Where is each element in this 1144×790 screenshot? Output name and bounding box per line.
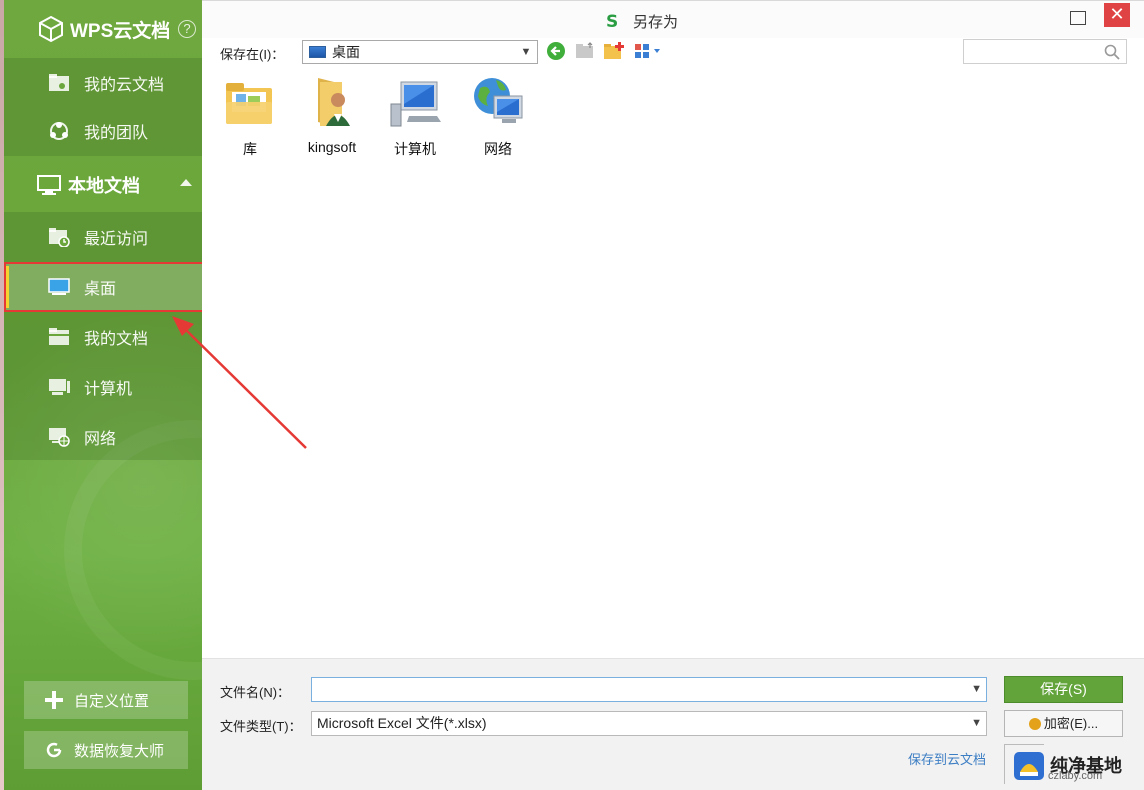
new-folder-button[interactable] [603,40,625,62]
new-folder-icon [604,42,624,59]
filename-input[interactable]: ▼ [311,677,987,702]
plus-icon [44,690,64,710]
sidebar-item-label: 我的云文档 [84,77,165,94]
highlight-annotation-box [4,262,204,312]
sidebar-item-my-documents[interactable]: 我的文档 [4,312,202,362]
file-name: 网络 [484,141,512,157]
monitor-icon [37,175,61,195]
file-list-area: 库 kingsoft 计算机 网络 [202,68,1144,658]
location-toolbar: 保存在(I)： 桌面 ▼ [202,38,1144,68]
recent-folder-icon [48,227,70,247]
filename-label: 文件名(N)： [220,685,291,700]
save-button[interactable]: 保存(S) [1004,676,1123,703]
network-icon [48,427,70,447]
sidebar-item-recent[interactable]: 最近访问 [4,212,202,262]
maximize-button[interactable] [1070,11,1086,25]
search-input[interactable] [963,39,1127,64]
encrypt-label: 加密(E)... [1043,716,1099,731]
up-folder-button[interactable] [574,40,596,62]
sidebar-item-label: 我的文档 [84,331,149,348]
search-icon [1104,44,1120,60]
view-mode-button[interactable] [634,40,664,62]
file-name: 库 [243,141,257,157]
user-folder-icon [318,78,350,126]
dialog-title: 另存为 [633,14,679,31]
sidebar-item-label: 计算机 [84,381,133,398]
file-name: kingsoft [307,139,357,155]
local-items-group: 最近访问 桌面 我的文档 计算机 网络 [4,212,202,460]
filetype-label: 文件类型(T)： [220,719,302,734]
location-select[interactable]: 桌面 ▼ [302,40,538,64]
save-to-cloud-link[interactable]: 保存到云文档 [908,749,986,768]
watermark-subtitle: czlaby.com [1048,770,1103,782]
team-icon [48,121,70,141]
sidebar-item-computer[interactable]: 计算机 [4,362,202,412]
close-button[interactable]: ✕ [1104,3,1130,27]
sidebar-item-my-cloud-docs[interactable]: 我的云文档 [4,58,202,108]
wps-s-logo-icon: S [606,11,619,32]
local-docs-header[interactable]: 本地文档 [4,160,202,210]
file-item-kingsoft[interactable]: kingsoft [297,74,367,164]
documents-folder-icon [48,327,70,347]
custom-location-label: 自定义位置 [74,692,150,710]
help-icon[interactable]: ? [178,20,196,38]
sidebar-item-label: 我的团队 [84,125,149,142]
sidebar-item-my-team[interactable]: 我的团队 [4,106,202,156]
save-in-label: 保存在(I)： [220,47,285,62]
file-item-computer[interactable]: 计算机 [380,74,450,164]
up-folder-icon [576,42,593,58]
cloud-items-group: 我的云文档 我的团队 [4,58,202,156]
back-button[interactable] [545,40,567,62]
wps-cloud-header[interactable]: WPS云文档 ? [4,0,202,58]
custom-location-button[interactable]: 自定义位置 [24,681,188,719]
chevron-down-icon[interactable]: ▼ [971,683,982,695]
view-grid-icon [635,44,660,58]
wps-cloud-title: WPS云文档 [70,20,171,42]
chevron-down-icon: ▼ [971,717,982,729]
recovery-icon [44,740,64,760]
sidebar-item-network[interactable]: 网络 [4,412,202,462]
file-name: 计算机 [394,141,436,157]
data-recovery-button[interactable]: 数据恢复大师 [24,731,188,769]
location-value: 桌面 [332,44,360,60]
computer-icon [390,81,441,127]
sidebar-item-label: 最近访问 [84,231,149,248]
chevron-down-icon: ▼ [520,46,532,58]
cube-icon [39,15,63,43]
cloud-folder-icon [48,73,70,93]
sidebar-item-label: 网络 [84,431,117,448]
dialog-titlebar: S 另存为 ✕ [202,0,1144,38]
local-docs-title: 本地文档 [68,176,140,196]
encrypt-button[interactable]: 加密(E)... [1004,710,1123,737]
sidebar: WPS云文档 ? 我的云文档 我的团队 本地文档 最近访问 桌面 我的文档 计算… [4,0,202,790]
watermark-logo: 纯净基地 czlaby.com [1012,748,1122,782]
filetype-value: Microsoft Excel 文件(*.xlsx) [317,715,487,731]
back-arrow-icon [547,42,565,60]
save-form-panel: 文件名(N)： ▼ 文件类型(T)： Microsoft Excel 文件(*.… [202,658,1144,790]
filetype-select[interactable]: Microsoft Excel 文件(*.xlsx) ▼ [311,711,987,736]
lock-icon [1028,717,1041,730]
computer-icon [48,377,70,397]
collapse-caret-icon[interactable] [180,179,192,186]
network-globe-icon [474,78,523,123]
desktop-icon [309,46,326,58]
save-as-dialog: S 另存为 ✕ 保存在(I)： 桌面 ▼ 库 kingsoft 计算机 网络 文… [202,0,1144,790]
file-item-library[interactable]: 库 [215,74,285,164]
dialog-title-group: S 另存为 [606,11,678,32]
library-folder-icon [226,83,272,124]
data-recovery-label: 数据恢复大师 [74,742,165,760]
watermark-logo-icon [1014,752,1044,780]
file-item-network[interactable]: 网络 [463,74,533,164]
